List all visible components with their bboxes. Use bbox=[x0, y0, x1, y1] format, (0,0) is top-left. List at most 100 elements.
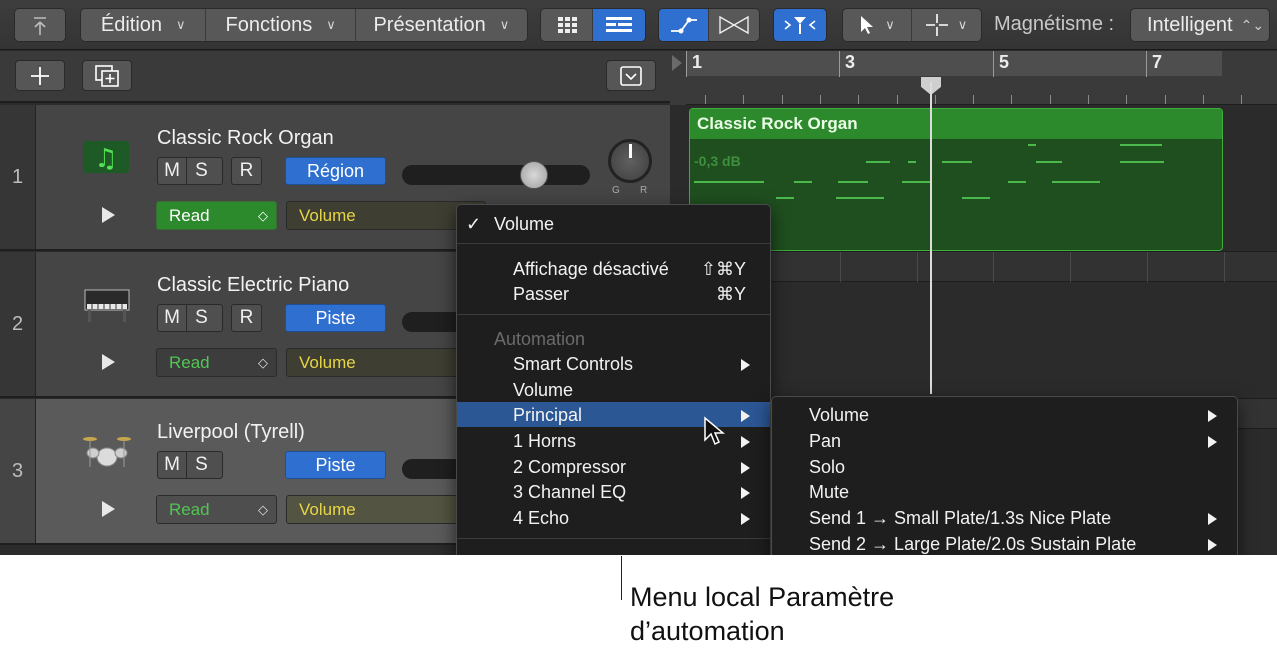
edition-menu[interactable]: Édition ∨ bbox=[81, 9, 207, 41]
pointer-tool-icon[interactable]: ∨ bbox=[843, 9, 912, 41]
mute-solo-group: M S bbox=[157, 157, 223, 185]
automation-icon[interactable] bbox=[659, 9, 710, 41]
submenu-item-send-1[interactable]: Send 1 → Small Plate/1.3s Nice Plate bbox=[772, 505, 1237, 530]
menu-item-compressor[interactable]: 2 Compressor bbox=[457, 454, 770, 479]
track-number: 2 bbox=[0, 252, 36, 396]
midi-note bbox=[942, 161, 972, 163]
chevron-down-icon: ∨ bbox=[176, 17, 186, 32]
record-group: R bbox=[231, 157, 262, 185]
menu-item-volume-checked[interactable]: ✓ Volume bbox=[457, 211, 770, 236]
menu-item-label: 1 Horns bbox=[513, 431, 577, 451]
bar-ruler[interactable]: 1 3 5 7 bbox=[686, 51, 1277, 105]
ruler-subdivision-tick bbox=[819, 95, 821, 104]
menu-item-smart-controls[interactable]: Smart Controls bbox=[457, 351, 770, 376]
catch-playhead-icon[interactable] bbox=[774, 9, 826, 41]
menu-item-label: 2 Compressor bbox=[513, 457, 627, 477]
chevron-down-icon: ∨ bbox=[326, 17, 336, 32]
submenu-arrow-icon bbox=[741, 487, 750, 499]
grid-view-icon[interactable] bbox=[541, 9, 594, 41]
menu-item-echo[interactable]: 4 Echo bbox=[457, 505, 770, 530]
region-value: -0,3 dB bbox=[694, 153, 741, 169]
record-enable-button[interactable]: R bbox=[232, 158, 261, 184]
submenu-item-mute[interactable]: Mute bbox=[772, 479, 1237, 504]
automation-mode-select[interactable]: Read ◇ bbox=[156, 201, 277, 230]
submenu-arrow-icon bbox=[1208, 436, 1217, 448]
pan-knob[interactable] bbox=[608, 139, 652, 183]
flex-pitch-icon[interactable] bbox=[709, 9, 759, 41]
organ-icon[interactable]: ♫ bbox=[82, 137, 132, 177]
chevron-down-icon: ∨ bbox=[885, 17, 895, 32]
menu-item-label: Pan bbox=[809, 431, 842, 451]
ruler-subdivision-tick bbox=[858, 95, 860, 104]
ruler-left-edge bbox=[670, 51, 686, 105]
callout-line bbox=[621, 556, 622, 600]
fader-knob[interactable] bbox=[520, 161, 548, 189]
submenu-item-send-2[interactable]: Send 2 → Large Plate/2.0s Sustain Plate bbox=[772, 531, 1237, 555]
midi-note bbox=[794, 181, 812, 183]
track-name[interactable]: Classic Rock Organ bbox=[157, 127, 334, 150]
ruler-subdivision-tick bbox=[1241, 95, 1243, 104]
solo-button[interactable]: S bbox=[187, 305, 216, 331]
volume-fader[interactable] bbox=[402, 161, 590, 189]
logic-main-window: Édition ∨ Fonctions ∨ Présentation ∨ ∨ ∨… bbox=[0, 0, 1277, 555]
automation-mode-toggle[interactable]: Piste bbox=[285, 304, 386, 332]
play-icon[interactable] bbox=[102, 207, 115, 223]
automation-mode-select[interactable]: Read ◇ bbox=[156, 348, 277, 377]
back-icon[interactable] bbox=[14, 8, 66, 42]
tracks-header-toolbar bbox=[0, 51, 670, 103]
ruler-subdivision-tick bbox=[934, 95, 936, 104]
duplicate-track-icon[interactable] bbox=[82, 60, 132, 91]
track-name[interactable]: Classic Electric Piano bbox=[157, 274, 349, 297]
play-icon[interactable] bbox=[102, 501, 115, 517]
playhead[interactable] bbox=[930, 82, 932, 394]
solo-button[interactable]: S bbox=[187, 158, 216, 184]
svg-text:♫: ♫ bbox=[94, 144, 117, 174]
list-view-icon[interactable] bbox=[593, 9, 645, 41]
track-name[interactable]: Liverpool (Tyrell) bbox=[157, 421, 305, 444]
callout-line-1: Menu local Paramètre bbox=[630, 582, 895, 612]
menu-item-skip[interactable]: Passer ⌘Y bbox=[457, 281, 770, 306]
ruler-subdivision-tick bbox=[705, 95, 706, 104]
solo-button[interactable]: S bbox=[187, 452, 216, 478]
automation-parameter-value: Volume bbox=[299, 205, 356, 225]
add-track-icon[interactable] bbox=[15, 60, 65, 91]
play-icon[interactable] bbox=[102, 354, 115, 370]
submenu-arrow-icon bbox=[1208, 513, 1217, 525]
midi-note bbox=[776, 197, 794, 199]
automation-parameter-value: Volume bbox=[299, 499, 356, 519]
menu-separator bbox=[457, 538, 770, 539]
automation-mode-toggle[interactable]: Région bbox=[285, 157, 386, 185]
up-down-chevron-icon: ◇ bbox=[258, 354, 268, 370]
submenu-item-volume[interactable]: Volume bbox=[772, 402, 1237, 427]
automation-mode-toggle[interactable]: Piste bbox=[285, 451, 386, 479]
ruler-subdivision-tick bbox=[743, 95, 745, 104]
mute-button[interactable]: M bbox=[158, 452, 187, 478]
automation-mode-select[interactable]: Read ◇ bbox=[156, 495, 277, 524]
menu-item-channel-eq[interactable]: 3 Channel EQ bbox=[457, 479, 770, 504]
chevron-down-icon: ∨ bbox=[499, 17, 510, 32]
mute-button[interactable]: M bbox=[158, 158, 187, 184]
submenu-item-pan[interactable]: Pan bbox=[772, 428, 1237, 453]
menu-item-label: Mute bbox=[809, 482, 850, 502]
record-enable-button[interactable]: R bbox=[232, 305, 261, 331]
global-tracks-icon[interactable] bbox=[606, 60, 656, 91]
midi-note bbox=[902, 181, 932, 183]
automation-parameter-menu: ✓ Volume Affichage désactivé ⇧⌘Y Passer … bbox=[456, 204, 771, 555]
automation-mode-value: Read bbox=[169, 205, 210, 225]
magnetisme-select[interactable]: Intelligent ⌃⌄ bbox=[1130, 8, 1270, 42]
lane-2 bbox=[686, 282, 1277, 399]
view-toggle-group bbox=[540, 8, 646, 42]
menu-item-volume[interactable]: Volume bbox=[457, 377, 770, 402]
drum-kit-icon[interactable] bbox=[82, 431, 132, 471]
control-bar: Édition ∨ Fonctions ∨ Présentation ∨ ∨ ∨… bbox=[0, 0, 1277, 50]
fonctions-menu[interactable]: Fonctions ∨ bbox=[206, 9, 356, 41]
menu-item-label: Affichage désactivé bbox=[513, 259, 669, 279]
up-down-chevron-icon: ◇ bbox=[258, 501, 268, 517]
electric-piano-icon[interactable] bbox=[82, 284, 132, 324]
menu-item-display-off[interactable]: Affichage désactivé ⇧⌘Y bbox=[457, 256, 770, 281]
marquee-tool-icon[interactable]: ∨ bbox=[912, 9, 981, 41]
submenu-item-solo[interactable]: Solo bbox=[772, 454, 1237, 479]
presentation-menu[interactable]: Présentation ∨ bbox=[356, 9, 527, 41]
mute-button[interactable]: M bbox=[158, 305, 187, 331]
tool-group: ∨ ∨ bbox=[842, 8, 982, 42]
